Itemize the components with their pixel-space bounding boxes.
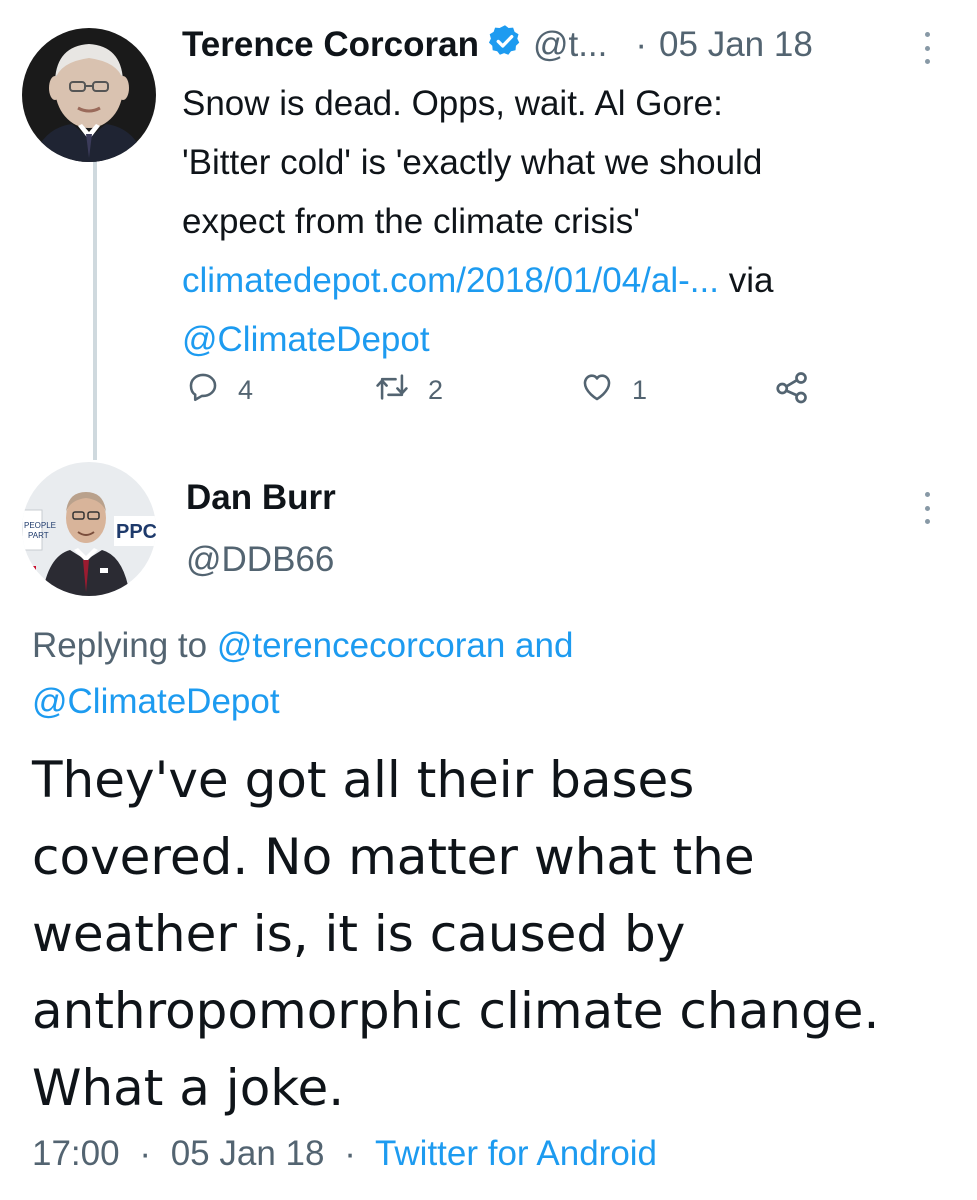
parent-tweet-date[interactable]: 05 Jan 18 xyxy=(659,25,813,65)
reply-author-name[interactable]: Dan Burr xyxy=(186,478,336,518)
parent-tweet-text: Snow is dead. Opps, wait. Al Gore: 'Bitt… xyxy=(182,74,942,369)
replying-to-line: Replying to @terencecorcoran and @Climat… xyxy=(32,618,932,730)
reply-button[interactable]: 4 xyxy=(186,365,253,415)
parent-link-line: climatedepot.com/2018/01/04/al-... via xyxy=(182,251,942,310)
parent-text-line: expect from the climate crisis' xyxy=(182,202,640,241)
parent-tweet-header: Terence Corcoran @t... · 05 Jan 18 xyxy=(182,20,942,70)
parent-text-line: Snow is dead. Opps, wait. Al Gore: xyxy=(182,84,723,123)
parent-author-name[interactable]: Terence Corcoran xyxy=(182,25,479,65)
via-label: via xyxy=(728,261,774,300)
more-options-icon[interactable] xyxy=(917,488,937,528)
reply-text-line: weather is, it is caused by xyxy=(32,905,686,963)
tweet-link[interactable]: climatedepot.com/2018/01/04/al-... xyxy=(182,261,719,300)
reply-author-handle[interactable]: @DDB66 xyxy=(186,540,334,580)
retweet-count: 2 xyxy=(428,374,444,405)
svg-text:PEOPLE: PEOPLE xyxy=(24,521,56,530)
replying-and[interactable]: and xyxy=(515,626,573,665)
parent-author-handle[interactable]: @t... xyxy=(533,25,607,65)
share-button[interactable] xyxy=(774,365,828,415)
like-count: 1 xyxy=(632,374,648,405)
meta-separator: · xyxy=(344,1134,356,1173)
parent-text-line: 'Bitter cold' is 'exactly what we should xyxy=(182,143,763,182)
retweet-button[interactable]: 2 xyxy=(374,365,443,415)
avatar-terence-corcoran[interactable] xyxy=(22,28,156,162)
tweet-source[interactable]: Twitter for Android xyxy=(375,1134,657,1173)
mention-climatedepot[interactable]: @ClimateDepot xyxy=(32,682,280,721)
thread-connector-line xyxy=(93,158,97,460)
reply-text-line: They've got all their bases xyxy=(32,751,695,809)
heart-icon xyxy=(580,370,632,411)
tweet-action-bar: 4 2 1 xyxy=(182,365,942,415)
tweet-time[interactable]: 17:00 xyxy=(32,1134,120,1173)
tweet-meta: 17:00 · 05 Jan 18 · Twitter for Android xyxy=(32,1134,657,1174)
like-button[interactable]: 1 xyxy=(580,365,647,415)
svg-text:PPC: PPC xyxy=(116,521,156,543)
more-options-icon[interactable] xyxy=(917,28,937,68)
header-separator: · xyxy=(635,25,648,64)
reply-text-line: anthropomorphic climate change. xyxy=(32,982,880,1040)
retweet-icon xyxy=(374,370,428,411)
reply-tweet-text: They've got all their bases covered. No … xyxy=(32,742,952,1127)
share-icon xyxy=(774,369,828,412)
tweet-date[interactable]: 05 Jan 18 xyxy=(171,1134,325,1173)
reply-text-line: covered. No matter what the xyxy=(32,828,755,886)
mention-terencecorcoran[interactable]: @terencecorcoran xyxy=(217,626,505,665)
verified-badge-icon xyxy=(487,23,523,68)
replying-prefix: Replying to xyxy=(32,626,208,665)
parent-mention-line: @ClimateDepot xyxy=(182,310,942,369)
reply-text-line: What a joke. xyxy=(32,1059,345,1117)
avatar-dan-burr[interactable]: PEOPLE PART PPC xyxy=(22,462,156,596)
reply-icon xyxy=(186,370,238,411)
mention-climatedepot[interactable]: @ClimateDepot xyxy=(182,320,430,359)
svg-text:PART: PART xyxy=(28,531,49,540)
reply-count: 4 xyxy=(238,374,254,405)
meta-separator: · xyxy=(139,1134,151,1173)
